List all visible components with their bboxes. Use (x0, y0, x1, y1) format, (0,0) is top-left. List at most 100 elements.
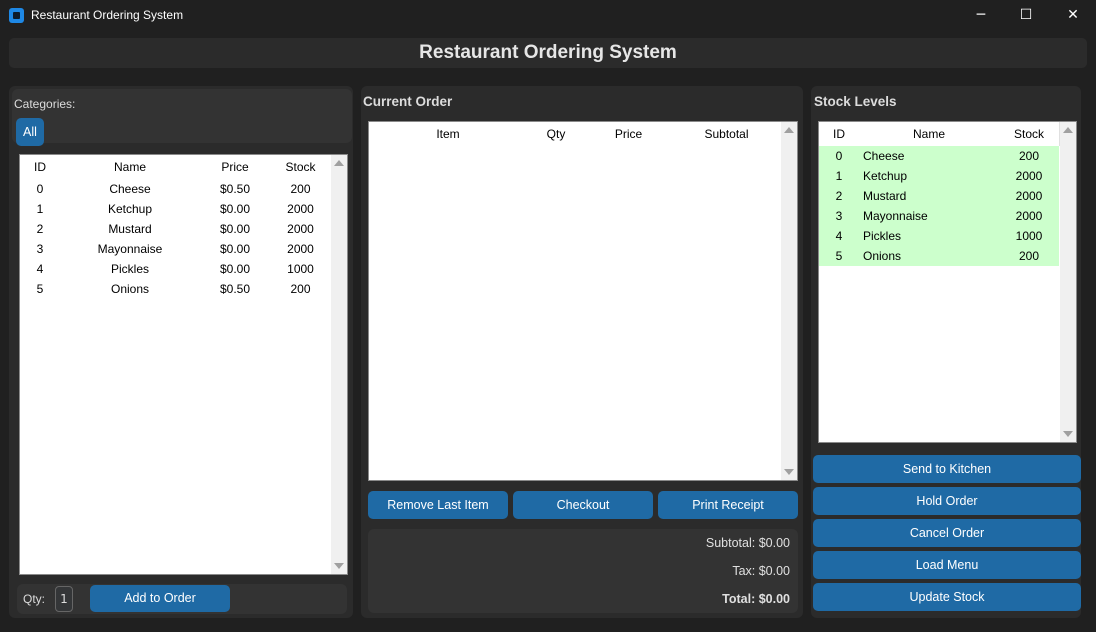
checkout-button[interactable]: Checkout (513, 491, 653, 519)
category-all-button[interactable]: All (16, 118, 44, 146)
scroll-up-icon[interactable] (1063, 127, 1073, 133)
cell-name: Pickles (863, 229, 902, 243)
qty-label: Qty: (23, 592, 46, 606)
table-row[interactable]: 5 Onions 200 (819, 246, 1059, 266)
cell-name: Cheese (863, 149, 905, 163)
remove-last-item-button[interactable]: Remove Last Item (368, 491, 508, 519)
table-row[interactable]: 1 Ketchup $0.00 2000 (20, 199, 331, 219)
scroll-up-icon[interactable] (784, 127, 794, 133)
cell-price: $0.00 (219, 202, 251, 216)
cell-name: Mayonnaise (863, 209, 928, 223)
send-to-kitchen-button[interactable]: Send to Kitchen (813, 455, 1081, 483)
cell-price: $0.00 (219, 242, 251, 256)
cell-id: 5 (835, 249, 843, 263)
column-header-price[interactable]: Price (200, 155, 271, 179)
scroll-down-icon[interactable] (784, 469, 794, 475)
cell-id: 4 (36, 262, 44, 276)
column-header-id[interactable]: ID (20, 155, 61, 179)
page-title: Restaurant Ordering System (419, 42, 677, 63)
hold-order-button[interactable]: Hold Order (813, 487, 1081, 515)
cell-stock: 200 (1018, 149, 1040, 163)
stock-table: ID Name Stock 0 Cheese 200 1 Ketchup 2000 2 Mus… (818, 121, 1077, 443)
cell-id: 3 (36, 242, 44, 256)
cell-price: $0.00 (219, 222, 251, 236)
column-header-name[interactable]: Name (859, 122, 1000, 146)
cell-name: Cheese (109, 182, 151, 196)
app-icon (9, 8, 24, 23)
column-header-subtotal[interactable]: Subtotal (672, 122, 782, 146)
column-header-qty[interactable]: Qty (527, 122, 586, 146)
window-titlebar: Restaurant Ordering System ─ ☐ ✕ (0, 0, 1096, 31)
cell-id: 1 (835, 169, 843, 183)
cell-stock: 200 (1018, 249, 1040, 263)
table-row[interactable]: 1 Ketchup 2000 (819, 166, 1059, 186)
categories-label: Categories: (14, 97, 76, 111)
totals-frame: Subtotal: $0.00 Tax: $0.00 Total: $0.00 (368, 529, 798, 613)
cell-name: Ketchup (107, 202, 153, 216)
cancel-order-button[interactable]: Cancel Order (813, 519, 1081, 547)
table-row[interactable]: 5 Onions $0.50 200 (20, 279, 331, 299)
cell-stock: 2000 (287, 222, 314, 236)
cell-price: $0.50 (219, 282, 251, 296)
table-row[interactable]: 4 Pickles 1000 (819, 226, 1059, 246)
cell-id: 4 (835, 229, 843, 243)
menu-table: ID Name Price Stock 0 Cheese $0.50 200 1 Ketc… (19, 154, 348, 575)
print-receipt-button[interactable]: Print Receipt (658, 491, 798, 519)
stock-table-scrollbar[interactable] (1060, 122, 1076, 442)
table-row[interactable]: 3 Mayonnaise $0.00 2000 (20, 239, 331, 259)
close-button[interactable]: ✕ (1050, 0, 1096, 31)
cell-name: Mayonnaise (97, 242, 163, 256)
menu-panel: Categories: All ID Name Price Stock 0 Che… (9, 86, 353, 618)
cell-stock: 200 (290, 282, 311, 296)
table-row[interactable]: 0 Cheese 200 (819, 146, 1059, 166)
cell-stock: 2000 (287, 202, 314, 216)
cell-price: $0.50 (219, 182, 251, 196)
cell-stock: 200 (290, 182, 311, 196)
qty-input[interactable]: 1 (55, 586, 73, 612)
scroll-down-icon[interactable] (1063, 431, 1073, 437)
update-stock-button[interactable]: Update Stock (813, 583, 1081, 611)
tax-label: Tax: $0.00 (732, 564, 790, 578)
column-header-stock[interactable]: Stock (999, 122, 1060, 146)
cell-id: 1 (36, 202, 44, 216)
table-row[interactable]: 0 Cheese $0.50 200 (20, 179, 331, 199)
table-row[interactable]: 2 Mustard 2000 (819, 186, 1059, 206)
cell-id: 2 (36, 222, 44, 236)
cell-id: 0 (36, 182, 44, 196)
categories-frame: Categories: All (12, 89, 352, 146)
window-title: Restaurant Ordering System (31, 8, 184, 22)
cell-stock: 2000 (1015, 189, 1043, 203)
column-header-stock[interactable]: Stock (270, 155, 332, 179)
scroll-down-icon[interactable] (334, 563, 344, 569)
cell-stock: 1000 (1015, 229, 1043, 243)
cell-id: 2 (835, 189, 843, 203)
maximize-button[interactable]: ☐ (1003, 0, 1049, 31)
quantity-frame: Qty: 1 Add to Order (17, 584, 347, 614)
order-table-scrollbar[interactable] (781, 122, 797, 480)
column-header-price[interactable]: Price (585, 122, 673, 146)
stock-panel: Stock Levels ID Name Stock 0 Cheese 200 1 Ke… (811, 86, 1081, 618)
cell-stock: 1000 (287, 262, 314, 276)
column-header-name[interactable]: Name (60, 155, 201, 179)
cell-id: 5 (36, 282, 44, 296)
scroll-up-icon[interactable] (334, 160, 344, 166)
add-to-order-button[interactable]: Add to Order (90, 585, 230, 612)
load-menu-button[interactable]: Load Menu (813, 551, 1081, 579)
order-table: Item Qty Price Subtotal (368, 121, 798, 481)
cell-name: Onions (110, 282, 150, 296)
app-header: Restaurant Ordering System (9, 38, 1087, 68)
table-row[interactable]: 4 Pickles $0.00 1000 (20, 259, 331, 279)
cell-stock: 2000 (1015, 169, 1043, 183)
cell-name: Mustard (863, 189, 907, 203)
table-row[interactable]: 3 Mayonnaise 2000 (819, 206, 1059, 226)
column-header-item[interactable]: Item (369, 122, 528, 146)
cell-id: 3 (835, 209, 843, 223)
minimize-button[interactable]: ─ (958, 0, 1004, 31)
cell-name: Mustard (108, 222, 152, 236)
table-row[interactable]: 2 Mustard $0.00 2000 (20, 219, 331, 239)
cell-name: Ketchup (863, 169, 908, 183)
menu-table-scrollbar[interactable] (331, 155, 347, 574)
column-header-id[interactable]: ID (819, 122, 860, 146)
cell-stock: 2000 (287, 242, 314, 256)
cell-stock: 2000 (1015, 209, 1043, 223)
